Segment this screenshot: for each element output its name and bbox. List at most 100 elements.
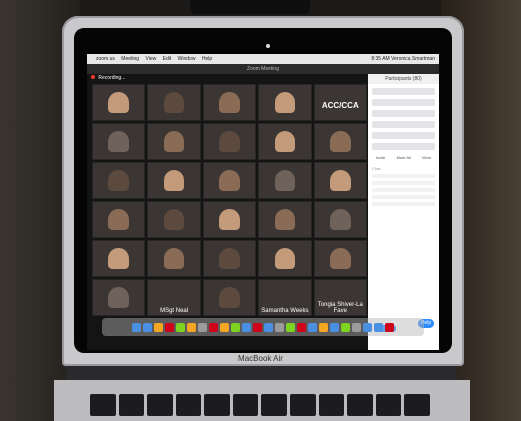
participant-video xyxy=(274,209,296,230)
participant-video xyxy=(330,248,351,269)
video-tile[interactable] xyxy=(313,123,367,160)
tile-label: ACC/CCA xyxy=(321,100,359,110)
app-icon[interactable] xyxy=(209,322,218,332)
key xyxy=(147,394,173,416)
video-tile[interactable] xyxy=(92,201,146,238)
video-tile[interactable] xyxy=(313,240,367,277)
more-button[interactable]: More xyxy=(422,155,431,160)
participant-video xyxy=(163,209,185,230)
video-tile[interactable] xyxy=(92,279,146,316)
mute-all-button[interactable]: Mute All xyxy=(397,155,411,160)
video-tile[interactable]: ACC/CCA xyxy=(313,84,367,121)
record-icon xyxy=(91,75,95,79)
participant-row[interactable] xyxy=(372,99,435,106)
video-tile[interactable] xyxy=(92,84,146,121)
participant-row[interactable] xyxy=(372,143,435,150)
app-icon[interactable] xyxy=(308,322,317,332)
app-icon[interactable] xyxy=(264,322,273,332)
video-tile[interactable] xyxy=(92,240,146,277)
participant-row[interactable] xyxy=(372,88,435,95)
recording-label: Recording... xyxy=(98,75,126,81)
video-tile[interactable] xyxy=(258,240,312,277)
app-icon[interactable] xyxy=(363,322,372,332)
video-tile[interactable] xyxy=(147,123,201,160)
participant-video xyxy=(108,92,129,113)
app-icon[interactable] xyxy=(187,322,196,332)
app-icon[interactable] xyxy=(242,322,251,332)
app-icon[interactable] xyxy=(154,322,163,332)
video-tile[interactable] xyxy=(202,240,257,277)
video-grid: ACC/CCA MSgt Neal Samantha Weeks Tongia … xyxy=(92,84,367,316)
app-icon[interactable] xyxy=(132,322,141,332)
participant-video xyxy=(163,248,185,269)
app-icon[interactable] xyxy=(352,322,361,332)
app-icon[interactable] xyxy=(220,322,229,332)
participant-video xyxy=(108,287,129,308)
video-tile[interactable] xyxy=(202,123,257,160)
key xyxy=(290,394,316,416)
key xyxy=(375,394,402,416)
participant-video xyxy=(219,287,240,308)
video-tile[interactable] xyxy=(92,123,146,160)
app-icon[interactable] xyxy=(319,322,328,332)
participant-video xyxy=(108,248,129,269)
key xyxy=(90,394,116,416)
menu-item-zoom[interactable]: zoom.us xyxy=(96,56,115,62)
video-tile[interactable] xyxy=(147,201,201,238)
tile-label: Samantha Weeks xyxy=(261,308,309,314)
app-icon[interactable] xyxy=(341,322,350,332)
menu-item-help[interactable]: Help xyxy=(202,56,212,62)
macbook-label: MacBook Air xyxy=(238,354,283,363)
app-icon[interactable] xyxy=(297,322,306,332)
participant-video xyxy=(163,131,185,152)
app-icon[interactable] xyxy=(165,322,174,332)
menu-item-view[interactable]: View xyxy=(145,56,156,62)
video-tile[interactable]: Samantha Weeks xyxy=(258,279,312,316)
video-tile[interactable] xyxy=(202,279,257,316)
screen: zoom.us Meeting View Edit Window Help 8:… xyxy=(87,54,439,350)
video-tile[interactable] xyxy=(147,162,201,199)
app-icon[interactable] xyxy=(330,322,339,332)
video-tile[interactable]: Tongia Shiver-La Fave xyxy=(313,279,367,316)
video-tile[interactable] xyxy=(258,162,312,199)
app-icon[interactable] xyxy=(143,322,152,332)
tile-label: MSgt Neal xyxy=(160,308,189,314)
video-tile[interactable] xyxy=(313,201,367,238)
window-title: Zoom Meeting xyxy=(87,64,439,74)
key xyxy=(175,394,202,416)
participant-row[interactable] xyxy=(372,121,435,128)
chat-message xyxy=(372,181,435,185)
participant-video xyxy=(219,92,240,113)
video-tile[interactable] xyxy=(92,162,146,199)
dock xyxy=(102,318,424,336)
app-icon[interactable] xyxy=(176,322,185,332)
video-tile[interactable] xyxy=(147,240,201,277)
app-icon[interactable] xyxy=(231,322,240,332)
participant-row[interactable] xyxy=(372,132,435,139)
menu-item-window[interactable]: Window xyxy=(178,56,196,62)
participant-video xyxy=(274,248,296,269)
video-tile[interactable] xyxy=(147,84,201,121)
app-icon[interactable] xyxy=(374,322,383,332)
video-tile[interactable] xyxy=(258,123,312,160)
app-icon[interactable] xyxy=(198,322,207,332)
menu-item-meeting[interactable]: Meeting xyxy=(121,56,139,62)
participant-video xyxy=(330,209,351,230)
video-tile[interactable] xyxy=(202,84,257,121)
video-tile[interactable] xyxy=(202,201,257,238)
app-icon[interactable] xyxy=(253,322,262,332)
video-tile[interactable] xyxy=(202,162,257,199)
video-tile[interactable]: MSgt Neal xyxy=(147,279,201,316)
participant-row[interactable] xyxy=(372,110,435,117)
app-icon[interactable] xyxy=(275,322,284,332)
video-tile[interactable] xyxy=(258,201,312,238)
video-tile[interactable] xyxy=(258,84,312,121)
app-icon[interactable] xyxy=(286,322,295,332)
app-icon[interactable] xyxy=(385,322,394,332)
camera-dot xyxy=(266,44,270,48)
menu-item-edit[interactable]: Edit xyxy=(163,56,172,62)
invite-button[interactable]: Invite xyxy=(376,155,386,160)
key xyxy=(347,394,373,416)
video-tile[interactable] xyxy=(313,162,367,199)
chat-message xyxy=(372,202,435,206)
